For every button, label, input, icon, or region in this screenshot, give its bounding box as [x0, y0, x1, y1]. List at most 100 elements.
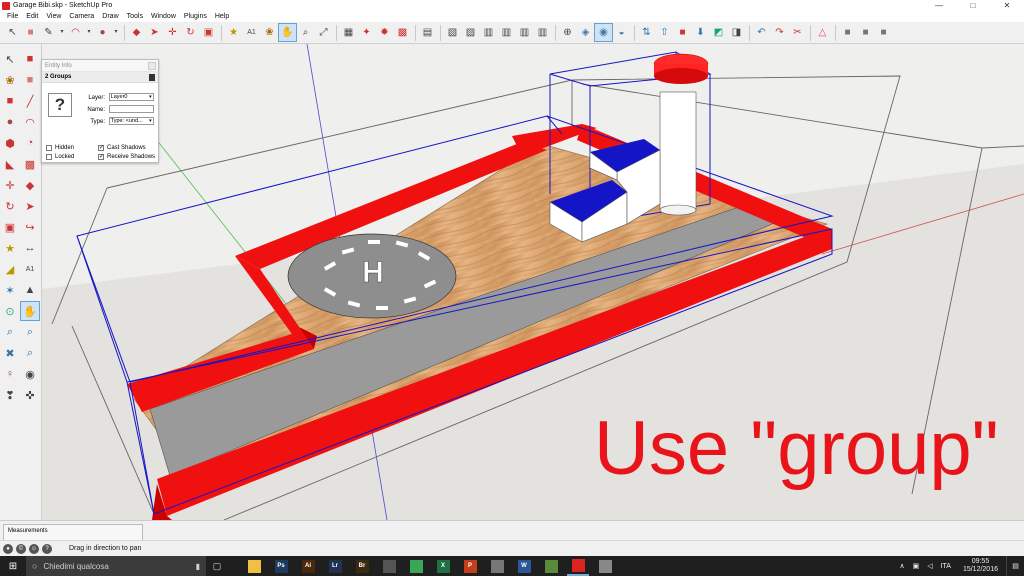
zoom-extents-tool-icon[interactable]: ✖ [1, 344, 19, 362]
look-around-tool-icon[interactable]: ◉ [21, 365, 39, 383]
sandbox-flip-edge-icon[interactable]: ◨ [728, 24, 745, 41]
pencil-line-tool-icon[interactable]: ✎ [40, 24, 57, 41]
taskbar-lightroom-icon[interactable]: Lr [324, 556, 346, 576]
component-options-icon[interactable]: ■ [857, 24, 874, 41]
tape-measure-tool-icon[interactable]: ★ [1, 239, 19, 257]
windows-start-icon[interactable]: ⊞ [0, 556, 26, 576]
taskbar-media-player-icon[interactable] [378, 556, 400, 576]
zoom-window-tool-icon[interactable]: ⌕ [21, 323, 39, 341]
close-panel-icon[interactable] [148, 62, 156, 70]
eraser-tool-icon[interactable]: ■ [21, 71, 39, 89]
section-plane-tool-icon[interactable]: ✜ [21, 386, 39, 404]
unknown-material-icon[interactable]: ? [48, 93, 72, 117]
model-viewport[interactable]: H Use "group" [42, 44, 1024, 520]
front-view-icon[interactable]: ▥ [480, 24, 497, 41]
type-select[interactable]: Type: <und... ▾ [108, 117, 154, 125]
sandbox-drape-icon[interactable]: ⬇ [692, 24, 709, 41]
follow-me-tool-icon[interactable]: ➤ [146, 24, 163, 41]
language-indicator[interactable]: ITA [941, 563, 951, 570]
scale-tool-icon[interactable]: ▣ [200, 24, 217, 41]
taskbar-sketchup-tray-icon[interactable] [540, 556, 562, 576]
pin-icon[interactable] [149, 74, 155, 81]
dropdown-arrow-icon[interactable]: ▾ [58, 24, 66, 41]
textured-style-icon[interactable]: ◒ [613, 24, 630, 41]
dropdown-arrow-icon[interactable]: ▾ [112, 24, 120, 41]
taskbar-word-icon[interactable]: W [513, 556, 535, 576]
checkmark-icon[interactable]: ✓ [98, 145, 104, 151]
taskbar-sticky-notes-icon[interactable] [486, 556, 508, 576]
axes-tool-icon[interactable]: ✶ [1, 281, 19, 299]
maximize-button[interactable]: □ [956, 0, 990, 11]
taskbar-other-app-icon[interactable] [594, 556, 616, 576]
warehouse-icon[interactable]: ▦ [340, 24, 357, 41]
3d-text-tool-icon[interactable]: ▲ [21, 281, 39, 299]
menu-draw[interactable]: Draw [98, 11, 122, 22]
minimize-button[interactable]: — [922, 0, 956, 11]
make-component-tool-icon[interactable]: ■ [21, 50, 39, 68]
arc-tool-icon[interactable]: ◠ [21, 113, 39, 131]
receive-shadows-checkbox[interactable]: ✓ Receive Shadows [98, 153, 155, 161]
xray-style-icon[interactable]: ⊕ [559, 24, 576, 41]
scale-tool-icon[interactable]: ▣ [1, 218, 19, 236]
redo-icon[interactable]: ↷ [771, 24, 788, 41]
paint-bucket-tool-icon[interactable]: ❀ [1, 71, 19, 89]
paint-bucket-tool-icon[interactable]: ❀ [261, 24, 278, 41]
signin-icon[interactable]: ☺ [29, 543, 39, 554]
volume-icon[interactable]: ◁ [927, 562, 932, 570]
left-view-icon[interactable]: ▥ [534, 24, 551, 41]
push-pull-tool-icon[interactable]: ◆ [21, 176, 39, 194]
taskbar-chrome-icon[interactable] [405, 556, 427, 576]
system-clock[interactable]: 09:55 15/12/2016 [963, 558, 998, 574]
components-icon[interactable]: ✦ [358, 24, 375, 41]
taskbar-sketchup-icon[interactable] [567, 556, 589, 576]
freehand-tool-icon[interactable]: ◣ [1, 155, 19, 173]
hidden-checkbox[interactable]: Hidden [46, 144, 74, 152]
tape-measure-tool-icon[interactable]: ★ [225, 24, 242, 41]
previous-view-tool-icon[interactable]: ⌕ [21, 344, 39, 362]
arc-tool-icon[interactable]: ◠ [67, 24, 84, 41]
menu-camera[interactable]: Camera [65, 11, 98, 22]
show-hidden-icons-icon[interactable]: ∧ [899, 562, 904, 570]
solid-union-icon[interactable]: ▤ [419, 24, 436, 41]
geo-location-icon[interactable]: ● [3, 543, 13, 554]
zoom-tool-icon[interactable]: ⌕ [297, 24, 314, 41]
polygon-tool-icon[interactable]: ⬢ [1, 134, 19, 152]
taskbar-excel-icon[interactable]: X [432, 556, 454, 576]
menu-file[interactable]: File [3, 11, 22, 22]
network-icon[interactable]: ▣ [913, 562, 920, 570]
checkbox-box[interactable] [46, 154, 52, 160]
name-input[interactable] [108, 105, 154, 113]
taskbar-illustrator-icon[interactable]: Ai [297, 556, 319, 576]
text-tool-icon[interactable]: A1 [21, 260, 39, 278]
sandbox-stamp-icon[interactable]: ■ [674, 24, 691, 41]
move-tool-icon[interactable]: ✛ [1, 176, 19, 194]
line-tool-icon[interactable]: ╱ [21, 92, 39, 110]
cast-shadows-checkbox[interactable]: ✓ Cast Shadows [98, 144, 146, 152]
shaded-style-icon[interactable]: ◉ [594, 23, 613, 42]
walk-tool-icon[interactable]: ❣ [1, 386, 19, 404]
menu-plugins[interactable]: Plugins [180, 11, 211, 22]
offset-outline-tool-icon[interactable]: ↪ [21, 218, 39, 236]
text-tool-icon[interactable]: A1 [243, 24, 260, 41]
zoom-extents-tool-icon[interactable]: ⤢ [315, 24, 332, 41]
sandbox-smoove-icon[interactable]: ⇧ [656, 24, 673, 41]
taskbar-powerpoint-icon[interactable]: P [459, 556, 481, 576]
rotate-tool-icon[interactable]: ↻ [1, 197, 19, 215]
sandbox-add-detail-icon[interactable]: ◩ [710, 24, 727, 41]
sandbox-from-contours-icon[interactable]: ⇅ [638, 24, 655, 41]
microphone-icon[interactable]: ▮ [196, 562, 200, 571]
menu-window[interactable]: Window [147, 11, 180, 22]
share-model-icon[interactable]: ▩ [394, 24, 411, 41]
layer-select[interactable]: Layer0 ▾ [108, 93, 154, 101]
pan-tool-icon[interactable]: ✋ [278, 23, 297, 42]
layer-manager-icon[interactable]: ■ [839, 24, 856, 41]
rotate-tool-icon[interactable]: ↻ [182, 24, 199, 41]
eraser-tool-icon[interactable]: ■ [22, 24, 39, 41]
protractor-tool-icon[interactable]: ◢ [1, 260, 19, 278]
task-view-icon[interactable]: ▢ [206, 556, 228, 576]
zoom-tool-icon[interactable]: ⌕ [1, 323, 19, 341]
top-view-icon[interactable]: ▨ [462, 24, 479, 41]
ruby-console-icon[interactable]: △ [814, 24, 831, 41]
position-camera-tool-icon[interactable]: ♀ [1, 365, 19, 383]
select-tool-icon[interactable]: ↖ [4, 24, 21, 41]
